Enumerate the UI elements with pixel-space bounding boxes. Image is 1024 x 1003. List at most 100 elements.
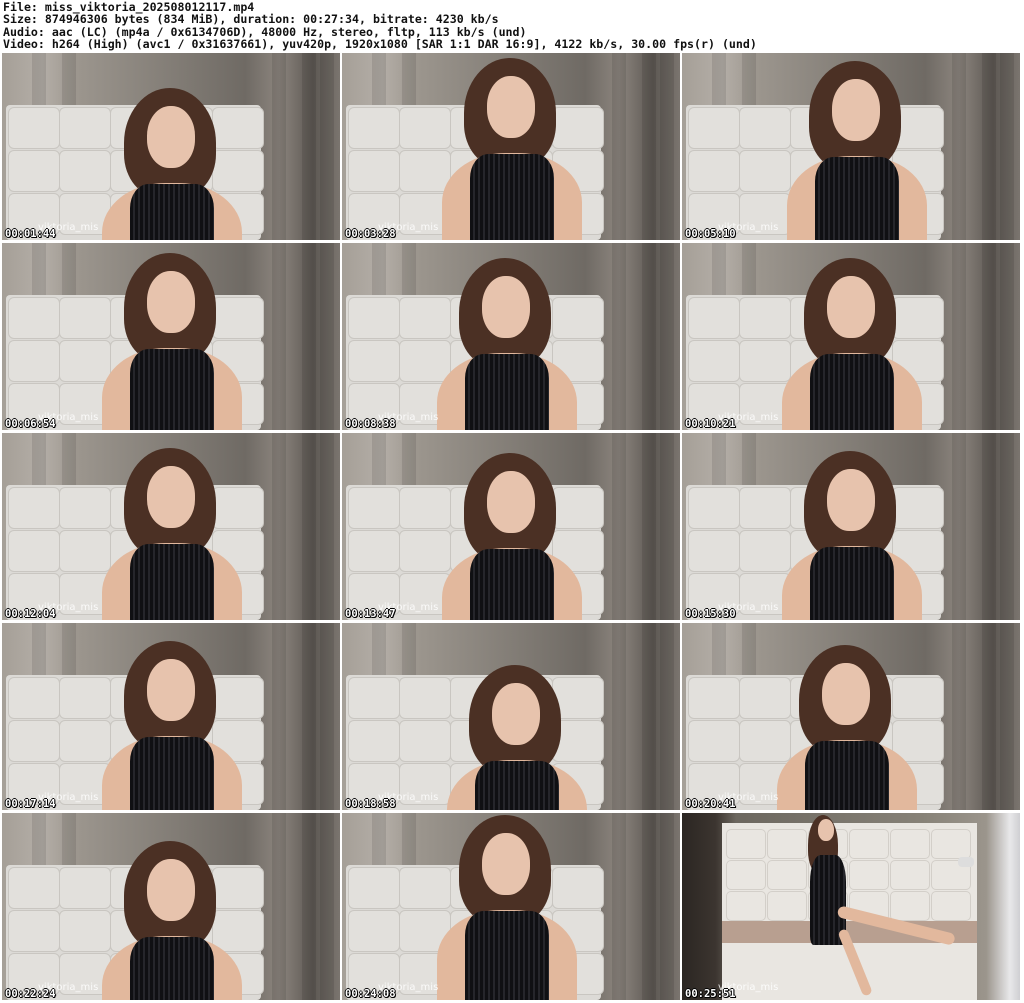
headboard-tuft <box>849 860 889 890</box>
timestamp-label: 00:22:24 <box>5 988 56 1000</box>
timestamp-label: 00:15:30 <box>685 608 736 620</box>
video-thumbnail: viktoria_mis 00:03:28 <box>342 53 680 240</box>
headboard-tuft <box>552 297 604 339</box>
file-size-line: Size: 874946306 bytes (834 MiB), duratio… <box>3 12 499 27</box>
headboard-tuft <box>890 891 930 921</box>
face <box>147 106 195 168</box>
headboard-tuft <box>767 891 807 921</box>
headboard-tuft <box>59 107 111 149</box>
headboard-tuft <box>931 829 971 859</box>
headboard-tuft <box>726 829 766 859</box>
timestamp-label: 00:05:10 <box>685 228 736 240</box>
headboard-tuft <box>688 107 740 149</box>
curtain-fold <box>660 813 674 1000</box>
video-thumbnail: viktoria_mis 00:10:21 <box>682 243 1020 430</box>
headboard-tuft <box>348 910 400 952</box>
headboard-tuft <box>8 297 60 339</box>
black-top <box>470 154 554 240</box>
curtain-fold <box>320 53 334 240</box>
headboard-tuft <box>399 487 451 529</box>
black-top <box>810 547 894 620</box>
face <box>818 819 834 841</box>
curtain-fold <box>642 53 656 240</box>
face <box>482 833 530 895</box>
curtain-fold <box>982 433 996 620</box>
headboard-tuft <box>399 867 451 909</box>
headboard-tuft <box>399 107 451 149</box>
headboard-tuft <box>688 297 740 339</box>
timestamp-label: 00:06:54 <box>5 418 56 430</box>
black-top <box>130 184 214 240</box>
headboard-tuft <box>348 150 400 192</box>
headboard-tuft <box>59 677 111 719</box>
headboard-tuft <box>8 150 60 192</box>
curtain-fold <box>320 243 334 430</box>
headboard-tuft <box>552 107 604 149</box>
timestamp-label: 00:13:47 <box>345 608 396 620</box>
face <box>147 659 195 721</box>
headboard-tuft <box>767 860 807 890</box>
black-top <box>130 544 214 620</box>
curtain-fold <box>302 623 316 810</box>
headboard-tuft <box>212 487 264 529</box>
curtain-fold <box>612 433 626 620</box>
black-top <box>470 549 554 620</box>
video-thumbnail: viktoria_mis 00:18:58 <box>342 623 680 810</box>
headboard-tuft <box>688 720 740 762</box>
black-top <box>130 737 214 810</box>
wall-lamp <box>958 857 974 867</box>
headboard-tuft <box>348 297 400 339</box>
timestamp-label: 00:24:08 <box>345 988 396 1000</box>
headboard-tuft <box>849 829 889 859</box>
curtain-fold <box>952 433 966 620</box>
headboard-tuft <box>59 530 111 572</box>
headboard-tuft <box>552 487 604 529</box>
face <box>827 469 875 531</box>
headboard-tuft <box>739 150 791 192</box>
headboard-tuft <box>59 720 111 762</box>
curtain-fold <box>302 243 316 430</box>
headboard-tuft <box>688 150 740 192</box>
video-thumbnail: viktoria_mis 00:25:51 <box>682 813 1020 1000</box>
curtain-fold <box>642 623 656 810</box>
headboard-tuft <box>59 150 111 192</box>
timestamp-label: 00:17:14 <box>5 798 56 810</box>
headboard-tuft <box>399 677 451 719</box>
curtain-fold <box>272 813 286 1000</box>
curtain-fold <box>320 433 334 620</box>
timestamp-label: 00:01:44 <box>5 228 56 240</box>
headboard-tuft <box>892 297 944 339</box>
curtain-fold <box>660 433 674 620</box>
headboard-tuft <box>348 530 400 572</box>
headboard-tuft <box>59 487 111 529</box>
headboard-tuft <box>59 297 111 339</box>
video-thumbnail: viktoria_mis 00:20:41 <box>682 623 1020 810</box>
headboard-tuft <box>348 677 400 719</box>
black-top <box>805 741 889 810</box>
timestamp-label: 00:20:41 <box>685 798 736 810</box>
headboard-tuft <box>931 891 971 921</box>
curtain-fold <box>952 53 966 240</box>
headboard-tuft <box>739 340 791 382</box>
video-thumbnail: viktoria_mis 00:13:47 <box>342 433 680 620</box>
black-top <box>475 761 559 810</box>
video-thumbnail: viktoria_mis 00:08:38 <box>342 243 680 430</box>
headboard-tuft <box>212 297 264 339</box>
headboard-tuft <box>739 297 791 339</box>
black-top <box>130 937 214 1000</box>
timestamp-label: 00:10:21 <box>685 418 736 430</box>
headboard-tuft <box>739 487 791 529</box>
headboard-tuft <box>688 487 740 529</box>
face <box>482 276 530 338</box>
curtain-fold <box>982 243 996 430</box>
headboard-tuft <box>399 530 451 572</box>
video-thumbnail: viktoria_mis 00:15:30 <box>682 433 1020 620</box>
curtain-fold <box>952 243 966 430</box>
headboard-tuft <box>212 150 264 192</box>
curtain-fold <box>320 813 334 1000</box>
black-top <box>465 911 549 1000</box>
face <box>492 683 540 745</box>
headboard-tuft <box>739 720 791 762</box>
headboard-tuft <box>688 677 740 719</box>
curtain-fold <box>982 53 996 240</box>
